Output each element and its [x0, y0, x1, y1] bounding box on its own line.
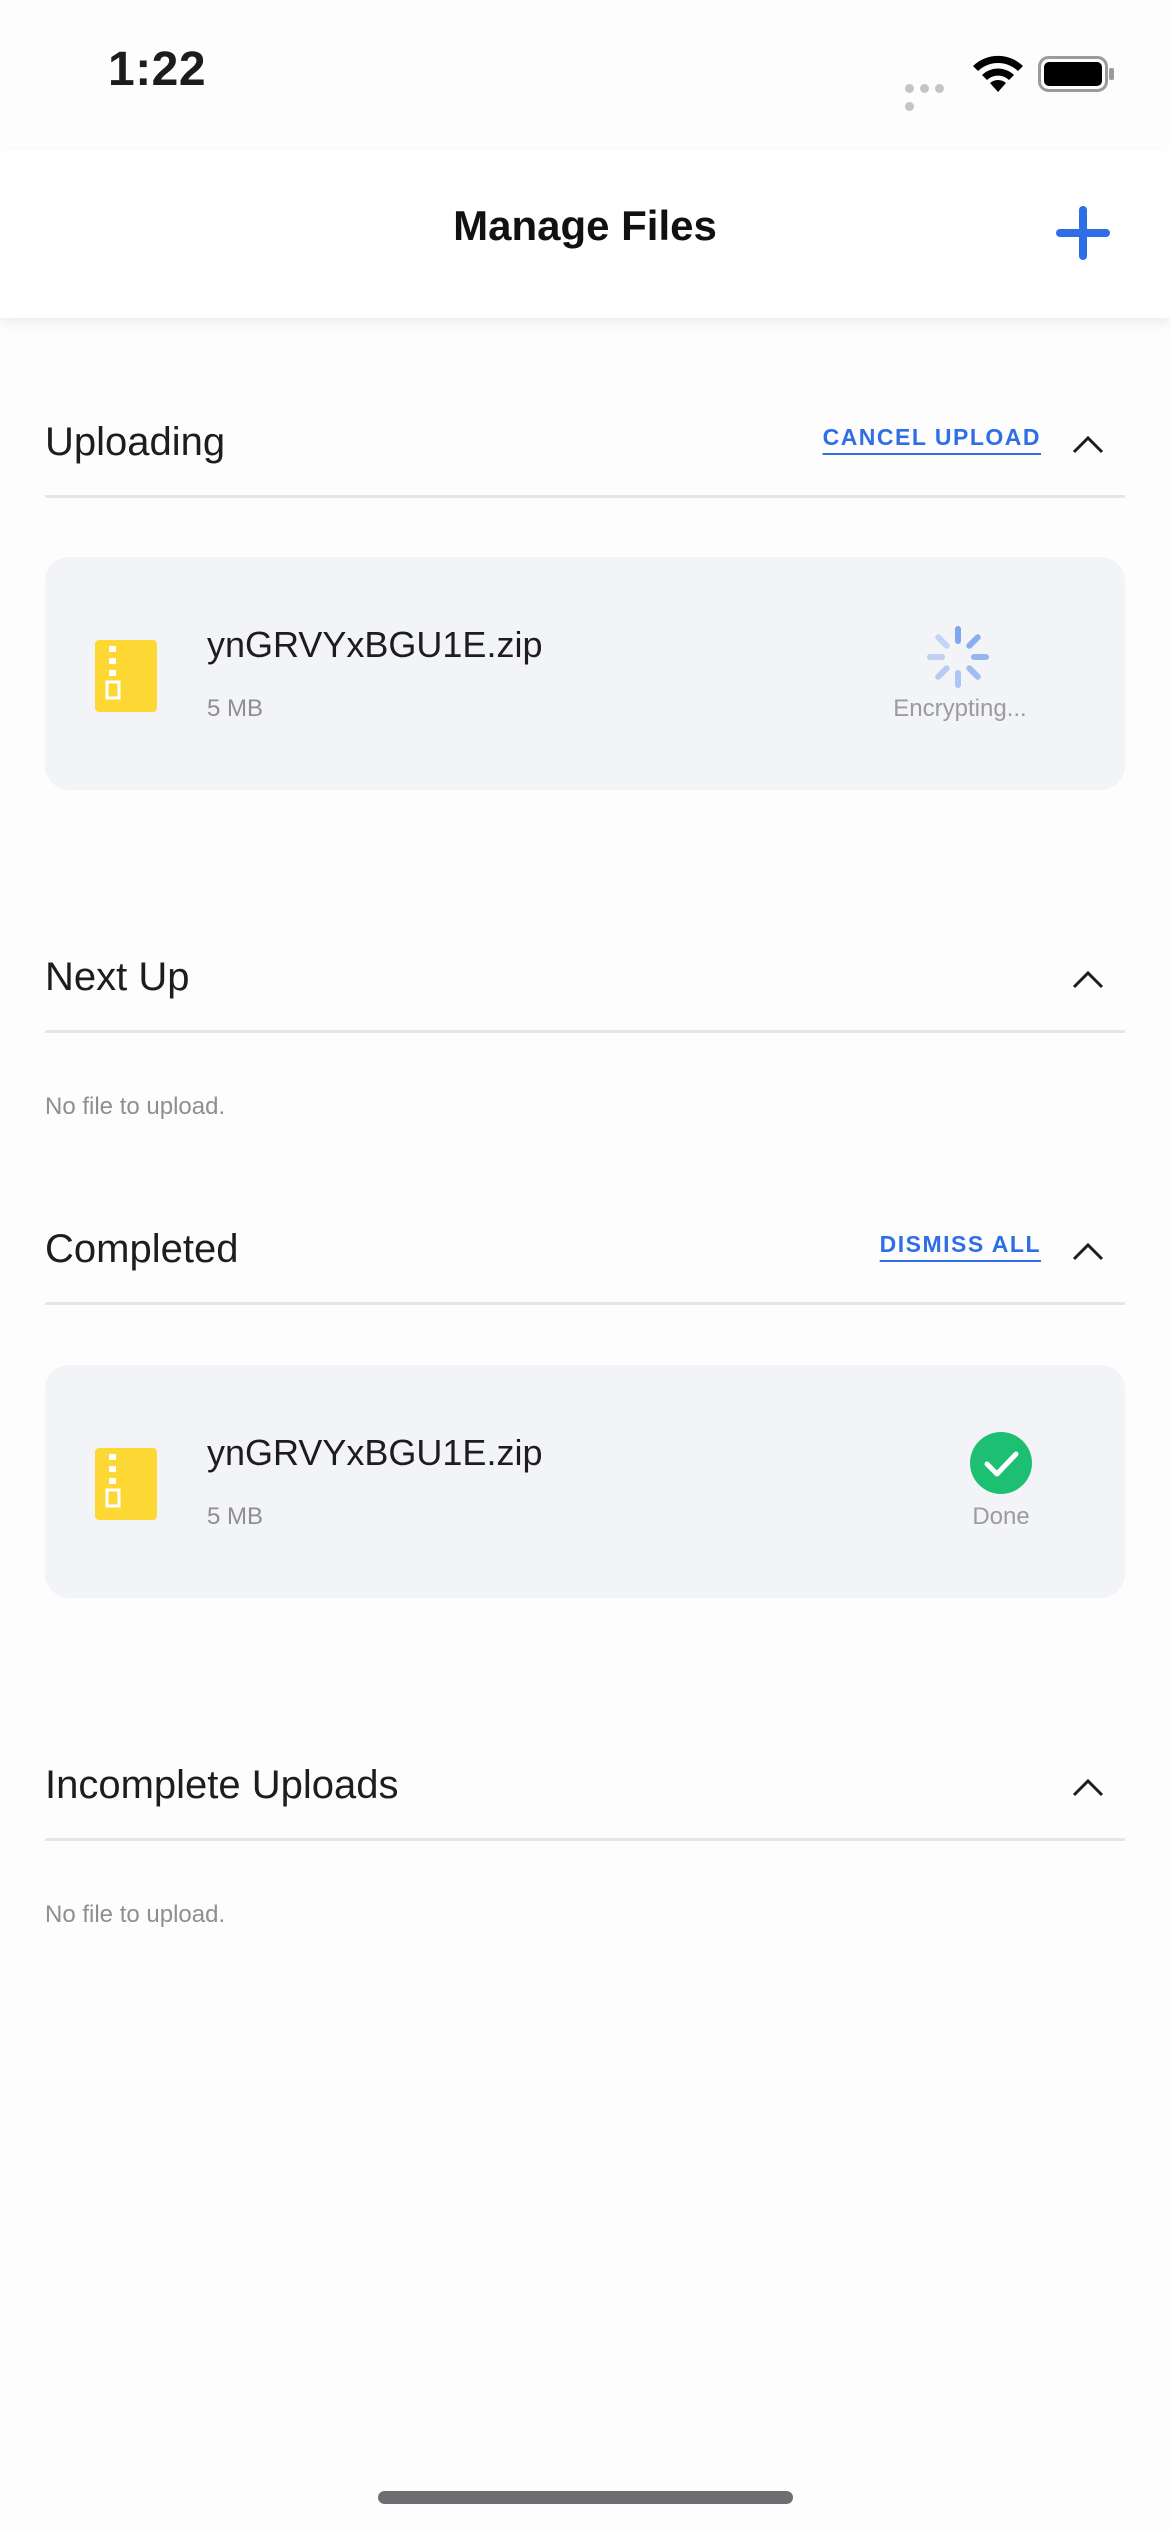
chevron-up-icon[interactable]: [1071, 433, 1105, 455]
file-size: 5 MB: [207, 1503, 264, 1530]
plus-icon[interactable]: [1050, 200, 1116, 266]
zip-file-icon: [95, 1448, 157, 1520]
file-size: 5 MB: [207, 695, 264, 722]
section-title: Uploading: [45, 420, 226, 464]
section-title: Incomplete Uploads: [45, 1763, 399, 1807]
file-name: ynGRVYxBGU1E.zip: [207, 624, 543, 665]
upload-status: Done: [972, 1503, 1030, 1530]
status-time: 1:22: [108, 43, 207, 96]
home-indicator[interactable]: [378, 2491, 793, 2504]
cancel-upload-button[interactable]: CANCEL UPLOAD: [823, 424, 1041, 451]
cellular-signal-icon: [905, 80, 961, 111]
loading-spinner-icon: [927, 626, 989, 688]
section-incomplete-header: Incomplete Uploads: [45, 1728, 1125, 1841]
empty-state-text: No file to upload.: [45, 1093, 226, 1120]
status-bar: 1:22: [0, 0, 1170, 150]
wifi-icon: [973, 55, 1023, 92]
completed-file-card[interactable]: ynGRVYxBGU1E.zip 5 MB Done: [45, 1365, 1125, 1598]
section-title: Next Up: [45, 955, 190, 999]
section-title: Completed: [45, 1227, 239, 1271]
page-title: Manage Files: [453, 202, 717, 249]
checkmark-circle-icon: [970, 1432, 1032, 1494]
dismiss-all-button[interactable]: DISMISS ALL: [880, 1231, 1041, 1258]
section-completed-header: Completed DISMISS ALL: [45, 1192, 1125, 1305]
file-name: ynGRVYxBGU1E.zip: [207, 1432, 543, 1473]
section-next-up-header: Next Up: [45, 920, 1125, 1033]
uploading-file-card[interactable]: ynGRVYxBGU1E.zip 5 MB Encrypting...: [45, 557, 1125, 790]
upload-status: Encrypting...: [893, 695, 1027, 722]
section-uploading-header: Uploading CANCEL UPLOAD: [45, 385, 1125, 498]
chevron-up-icon[interactable]: [1071, 1240, 1105, 1262]
empty-state-text: No file to upload.: [45, 1901, 226, 1928]
chevron-up-icon[interactable]: [1071, 1776, 1105, 1798]
chevron-up-icon[interactable]: [1071, 968, 1105, 990]
zip-file-icon: [95, 640, 157, 712]
battery-icon: [1038, 56, 1114, 92]
navigation-header: Manage Files: [0, 150, 1170, 318]
